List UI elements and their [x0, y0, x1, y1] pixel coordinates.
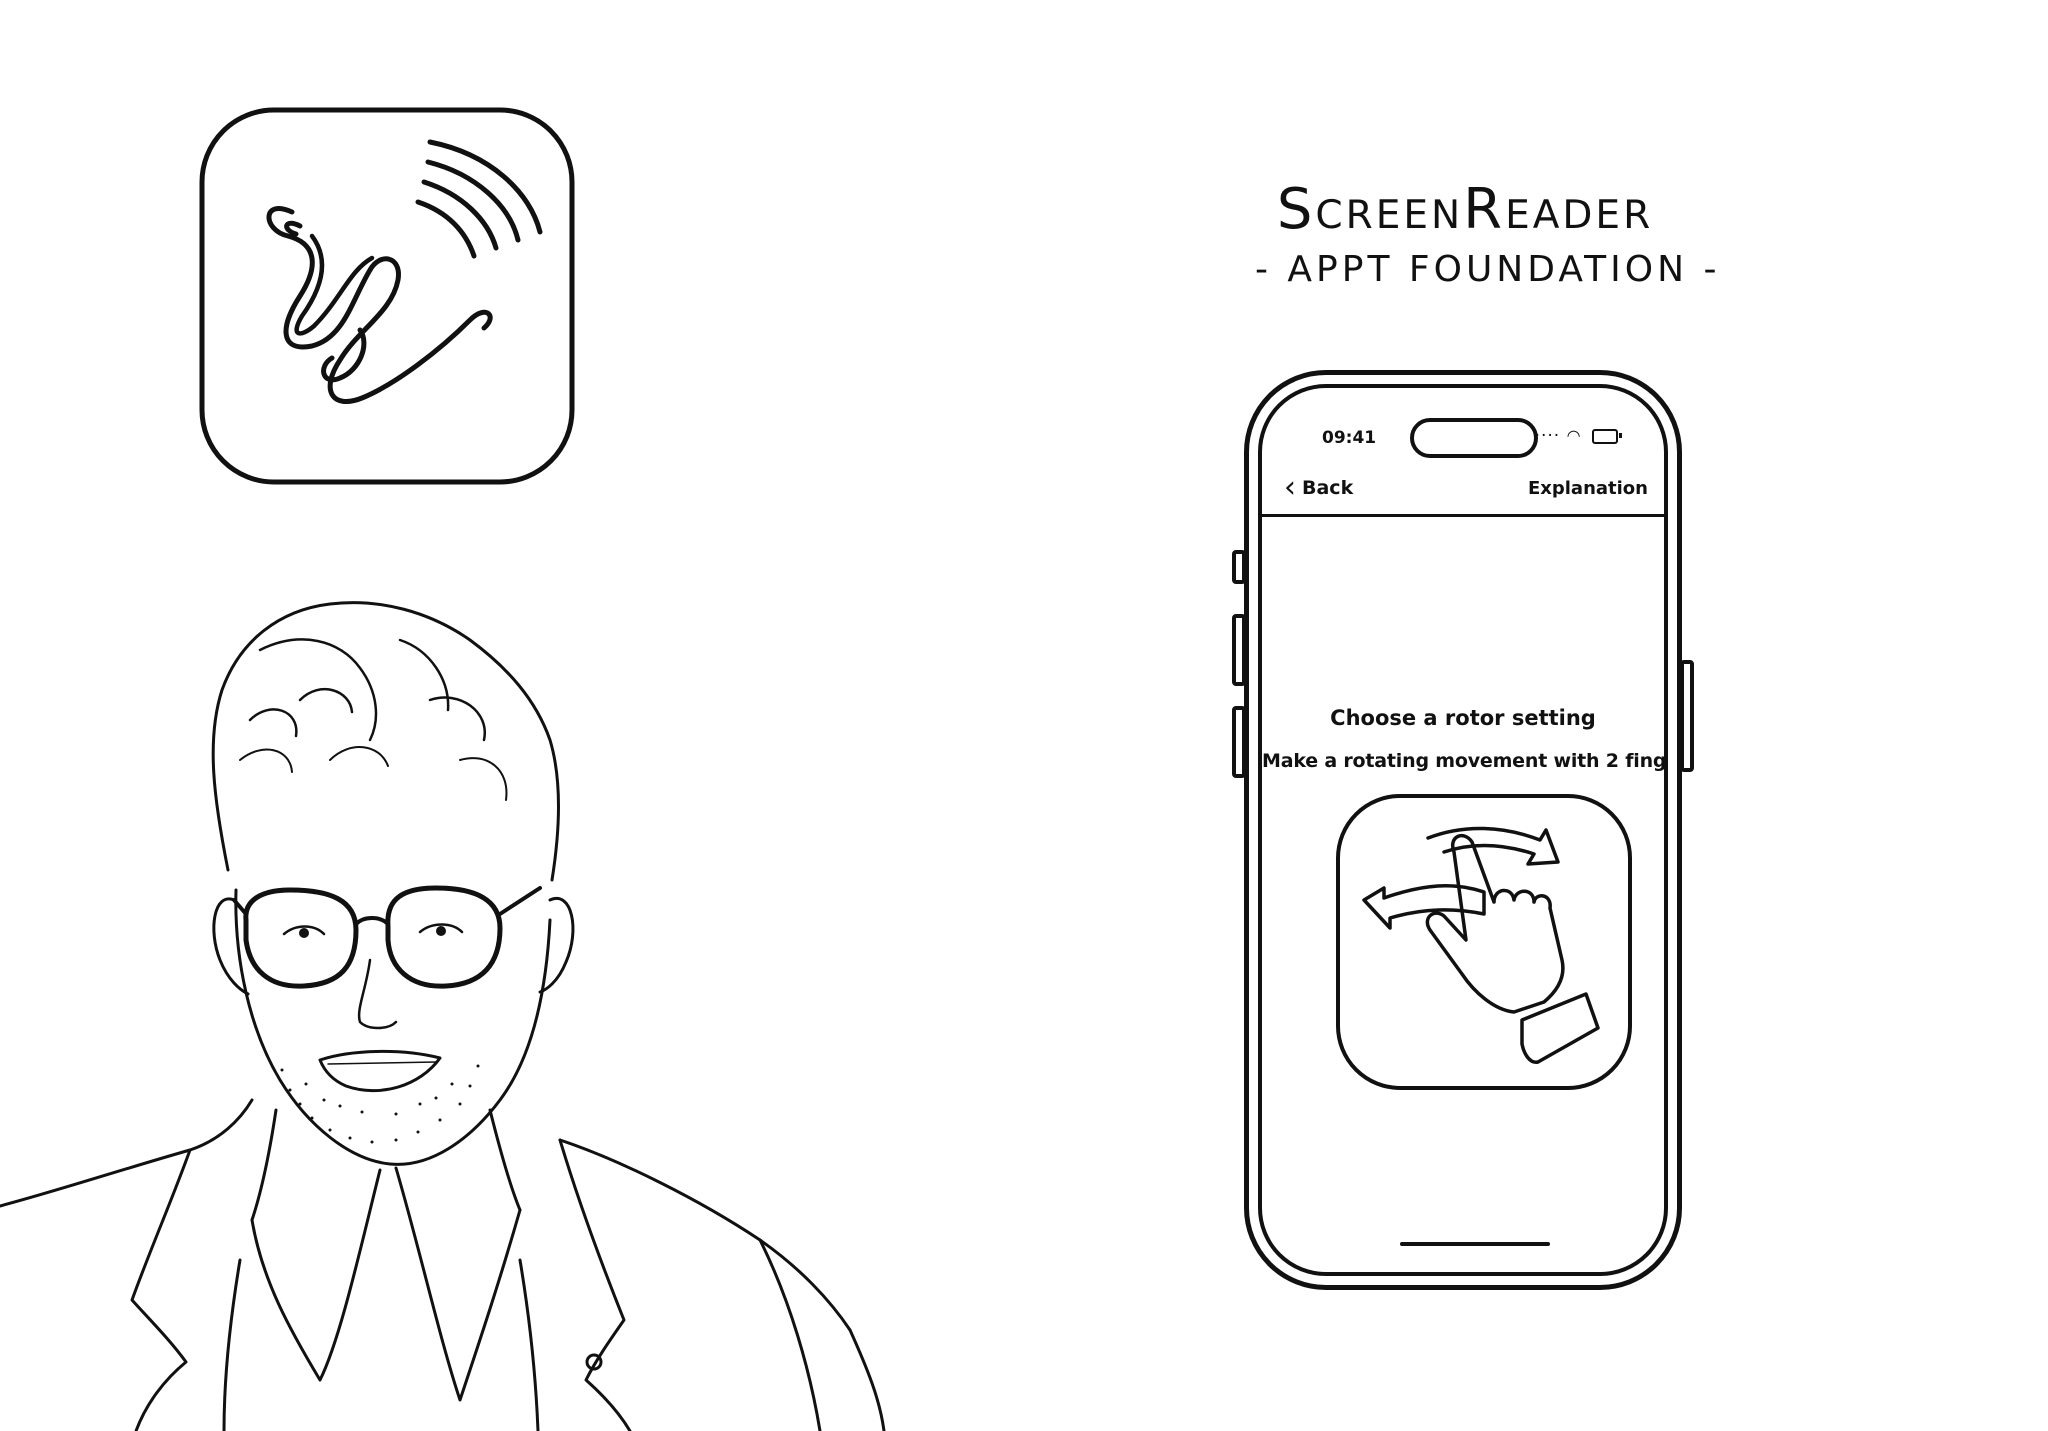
home-indicator[interactable] — [1400, 1242, 1550, 1246]
portrait-sketch — [0, 601, 886, 1431]
app-subtitle: - Appt Foundation - — [1255, 249, 1721, 290]
signal-icon: ···· — [1534, 426, 1561, 446]
back-label: Back — [1302, 477, 1354, 499]
back-button[interactable]: ‹ Back — [1284, 470, 1353, 505]
rotor-gesture-icon — [1336, 794, 1632, 1090]
explanation-button[interactable]: Explanation — [1528, 478, 1648, 499]
chevron-left-icon: ‹ — [1284, 470, 1296, 505]
sketch-artwork — [0, 107, 886, 1431]
phone-mockup: 09:41 ···· ◠ ‹ Back Explanation Choose a … — [1232, 370, 1694, 1290]
phone-power-button — [1680, 660, 1694, 772]
battery-icon — [1592, 428, 1622, 444]
status-time: 09:41 — [1322, 428, 1377, 448]
screen-instruction: Make a rotating movement with 2 fingers — [1262, 750, 1668, 772]
phone-screen: 09:41 ···· ◠ ‹ Back Explanation Choose a … — [1258, 384, 1668, 1276]
heading: ScreenReader - Appt Foundation - — [1255, 177, 1721, 292]
dynamic-island — [1410, 418, 1538, 458]
screen-title: Choose a rotor setting — [1330, 706, 1596, 730]
status-icons: ···· ◠ — [1534, 426, 1622, 446]
screenreader-app-icon — [199, 107, 575, 485]
app-title: ScreenReader — [1276, 177, 1654, 242]
navigation-bar: ‹ Back Explanation — [1262, 464, 1664, 517]
wifi-icon: ◠ — [1566, 426, 1582, 445]
